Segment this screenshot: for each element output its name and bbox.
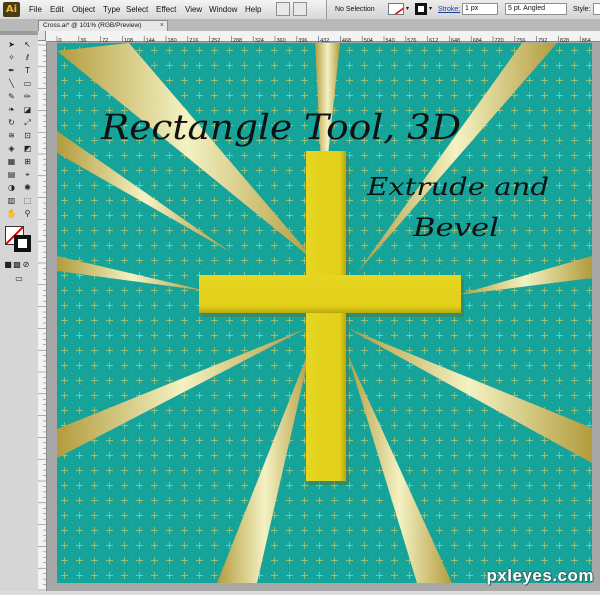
menu-window[interactable]: Window [209,0,237,19]
color-mode-icon[interactable]: ■ [4,259,12,270]
artwork: Rectangle Tool, 3D Extrude and Bevel [57,43,592,583]
perspective-grid-tool-icon[interactable]: ▦ [4,156,19,167]
document-tab[interactable]: Cross.ai* @ 101% (RGB/Preview) × [38,20,168,31]
stroke-weight-field[interactable]: 1 px [462,3,498,15]
menu-file[interactable]: File [29,0,42,19]
no-fill-icon [394,7,403,14]
vertical-ruler[interactable] [38,41,47,591]
menu-bar: Ai File Edit Object Type Select Effect V… [0,0,600,20]
close-icon[interactable]: × [160,21,164,31]
selection-status: No Selection [335,6,375,13]
menu-help[interactable]: Help [245,0,261,19]
none-mode-icon[interactable]: ⊘ [22,259,30,270]
menu-select[interactable]: Select [126,0,148,19]
artboard-tool-icon[interactable]: ⬚ [20,195,35,206]
bridge-icon[interactable] [276,2,290,16]
type-tool-icon[interactable]: T [20,65,35,76]
pen-tool-icon[interactable]: ✒ [4,65,19,76]
eraser-tool-icon[interactable]: ◪ [20,104,35,115]
column-graph-tool-icon[interactable]: ▥ [4,195,19,206]
selection-tool-icon[interactable]: ➤ [4,39,19,50]
stroke-dropdown-icon[interactable]: ▾ [429,0,432,19]
pencil-tool-icon[interactable]: ✏ [20,91,35,102]
warp-tool-icon[interactable]: ≋ [4,130,19,141]
menu-object[interactable]: Object [72,0,95,19]
lasso-tool-icon[interactable]: ℓ [20,52,35,63]
handwritten-line-2: Extrude and [366,173,549,201]
scale-tool-icon[interactable]: ⤢ [20,117,35,128]
symbol-sprayer-tool-icon[interactable]: ✺ [20,182,35,193]
cross-horizontal-beam [199,275,461,313]
zoom-tool-icon[interactable]: ⚲ [20,208,35,219]
stroke-swatch[interactable] [14,235,31,252]
stroke-label[interactable]: Stroke: [438,0,460,19]
mesh-tool-icon[interactable]: ⊞ [20,156,35,167]
menu-effect[interactable]: Effect [156,0,176,19]
document-tab-title: Cross.ai* @ 101% (RGB/Preview) [43,22,142,29]
gradient-tool-icon[interactable]: ▤ [4,169,19,180]
fill-color-swatch[interactable] [388,3,404,15]
brush-definition-dropdown[interactable]: 5 pt. Angled [505,3,567,15]
free-transform-tool-icon[interactable]: ⊡ [20,130,35,141]
menu-type[interactable]: Type [103,0,120,19]
hand-tool-icon[interactable]: ✋ [4,208,19,219]
illustrator-logo: Ai [3,2,20,17]
gradient-mode-icon[interactable]: ▩ [13,259,21,270]
blob-brush-tool-icon[interactable]: ❧ [4,104,19,115]
control-bar: No Selection ▾ ▾ Stroke: 1 px 5 pt. Angl… [326,0,600,19]
shape-builder-tool-icon[interactable]: ◈ [4,143,19,154]
rectangle-tool-icon[interactable]: ▭ [20,78,35,89]
eyedropper-tool-icon[interactable]: ⌖ [20,169,35,180]
handwritten-title: Rectangle Tool, 3D [100,108,461,148]
cross-vertical-beam [306,151,346,481]
screen-mode-icon[interactable]: ▭ [10,273,28,284]
menu-view[interactable]: View [185,0,202,19]
fill-dropdown-icon[interactable]: ▾ [406,0,409,19]
illustrator-window: Ai File Edit Object Type Select Effect V… [0,0,600,591]
arrange-documents-icon[interactable] [293,2,307,16]
menu-edit[interactable]: Edit [50,0,64,19]
tools-panel: ➤ ↖ ✧ ℓ ✒ T ╲ ▭ ✎ ✏ ❧ ◪ ↻ ⤢ ≋ ⊡ ◈ ◩ ▦ ⊞ … [0,31,39,591]
handwritten-line-3: Bevel [412,213,499,242]
style-label: Style: [573,6,591,13]
horizontal-ruler[interactable]: 0 36 72 108 144 180 216 252 288 324 360 396 432 468 50… [46,31,600,46]
line-segment-tool-icon[interactable]: ╲ [4,78,19,89]
stroke-color-swatch[interactable] [415,3,427,15]
paintbrush-tool-icon[interactable]: ✎ [4,91,19,102]
blend-tool-icon[interactable]: ◑ [4,182,19,193]
rotate-tool-icon[interactable]: ↻ [4,117,19,128]
ruler-corner [38,31,46,41]
fill-stroke-selector[interactable] [5,226,33,254]
artboard[interactable]: Rectangle Tool, 3D Extrude and Bevel [57,43,592,583]
watermark: pxleyes.com [486,566,594,585]
style-swatch[interactable] [593,3,600,15]
live-paint-tool-icon[interactable]: ◩ [20,143,35,154]
panel-grip[interactable] [0,31,38,35]
direct-selection-tool-icon[interactable]: ↖ [20,39,35,50]
vertical-ruler-ticks [38,44,46,591]
magic-wand-tool-icon[interactable]: ✧ [4,52,19,63]
